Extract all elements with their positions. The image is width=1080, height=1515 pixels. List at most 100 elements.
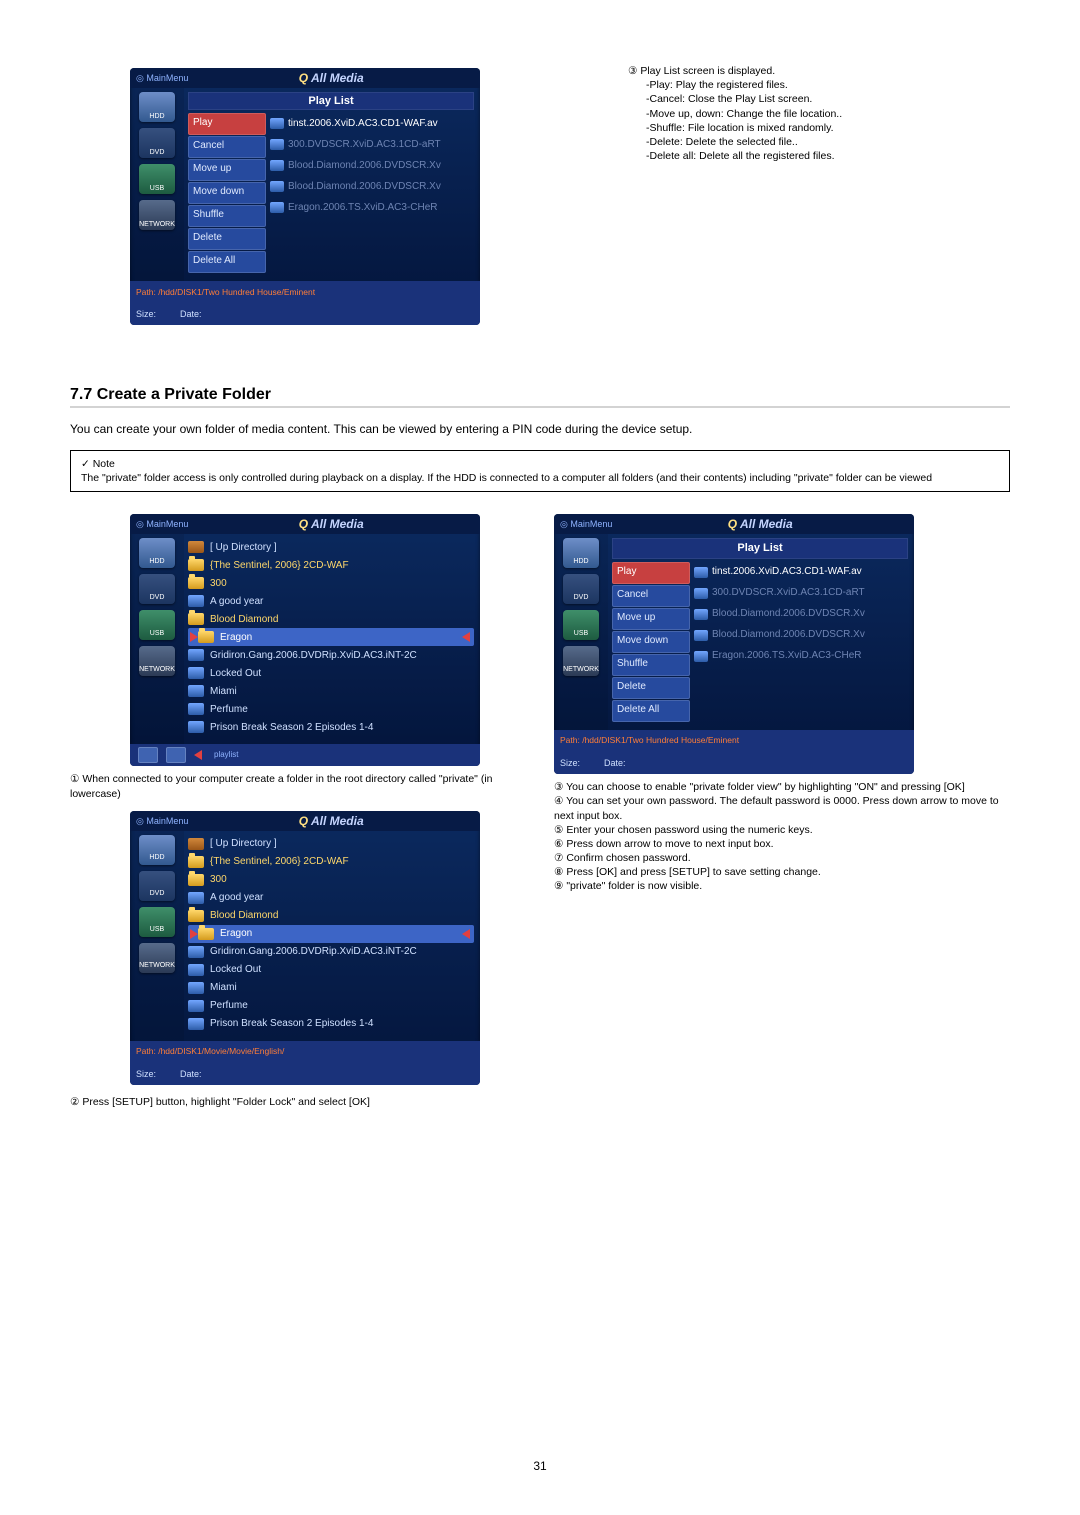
- playlist-menu-cancel[interactable]: Cancel: [188, 136, 266, 158]
- playlist-file-row[interactable]: Eragon.2006.TS.XviD.AC3-CHeR: [270, 197, 474, 217]
- side-hdd-icon: HDD: [139, 835, 175, 865]
- playlist-file-row[interactable]: 300.DVDSCR.XviD.AC3.1CD-aRT: [694, 583, 908, 603]
- footer-size: Size:: [136, 309, 156, 319]
- playlist-file-row[interactable]: Blood.Diamond.2006.DVDSCR.Xv: [270, 155, 474, 175]
- section-title: 7.7 Create a Private Folder: [70, 386, 1010, 404]
- file-icon: [188, 964, 204, 976]
- file-list-row[interactable]: Eragon: [188, 628, 474, 646]
- folder-icon: [198, 928, 214, 940]
- file-list-row[interactable]: {The Sentinel, 2006} 2CD-WAF: [188, 853, 474, 871]
- playlist-header: Play List: [612, 538, 908, 559]
- file-icon: [270, 181, 284, 192]
- file-list-row[interactable]: Prison Break Season 2 Episodes 1-4: [188, 718, 474, 736]
- footer-path: Path: /hdd/DISK1/Two Hundred House/Emine…: [136, 287, 315, 297]
- file-list-row[interactable]: Eragon: [188, 925, 474, 943]
- playlist-menu-cancel[interactable]: Cancel: [612, 585, 690, 607]
- playlist-menu-shuffle[interactable]: Shuffle: [188, 205, 266, 227]
- file-list-row[interactable]: [ Up Directory ]: [188, 835, 474, 853]
- side-network-icon: NETWORK: [139, 200, 175, 230]
- tool-icon-2: [166, 747, 186, 763]
- file-list-row[interactable]: Miami: [188, 979, 474, 997]
- instruction-step: ⑤ Enter your chosen password using the n…: [554, 823, 1010, 837]
- playlist-menu-delete[interactable]: Delete: [612, 677, 690, 699]
- file-icon: [694, 567, 708, 578]
- file-icon: [694, 588, 708, 599]
- file-list-row[interactable]: Locked Out: [188, 961, 474, 979]
- file-icon: [188, 1000, 204, 1012]
- playlist-menu-move-down[interactable]: Move down: [188, 182, 266, 204]
- side-usb-icon: USB: [139, 907, 175, 937]
- folder-icon: [198, 631, 214, 643]
- file-list-row[interactable]: Prison Break Season 2 Episodes 1-4: [188, 1015, 474, 1033]
- file-icon: [188, 946, 204, 958]
- file-list-row[interactable]: 300: [188, 574, 474, 592]
- file-icon: [188, 892, 204, 904]
- file-list-row[interactable]: Gridiron.Gang.2006.DVDRip.XviD.AC3.iNT-2…: [188, 646, 474, 664]
- side-hdd-icon: HDD: [139, 538, 175, 568]
- playlist-menu-delete-all[interactable]: Delete All: [188, 251, 266, 273]
- playlist-window-right: ◎ MainMenu Q All Media HDD DVD USB NETWO…: [554, 514, 914, 774]
- folder-icon: [188, 613, 204, 625]
- playlist-step3-head: ③ Play List screen is displayed.: [628, 64, 1060, 78]
- file-list-row[interactable]: Locked Out: [188, 664, 474, 682]
- footer-path: Path: /hdd/DISK1/Two Hundred House/Emine…: [560, 735, 739, 746]
- folder-icon: [188, 559, 204, 571]
- file-list-row[interactable]: Blood Diamond: [188, 610, 474, 628]
- tool-icon-1: [138, 747, 158, 763]
- footer-date: Date:: [180, 309, 202, 319]
- side-hdd-icon: HDD: [563, 538, 599, 568]
- arrow-right-icon: [190, 632, 198, 642]
- file-icon: [188, 667, 204, 679]
- folder-icon: [188, 577, 204, 589]
- playlist-file-row[interactable]: 300.DVDSCR.XviD.AC3.1CD-aRT: [270, 134, 474, 154]
- playlist-menu-shuffle[interactable]: Shuffle: [612, 654, 690, 676]
- up-icon: [188, 838, 204, 850]
- playlist-file-row[interactable]: Blood.Diamond.2006.DVDSCR.Xv: [694, 625, 908, 645]
- section-intro: You can create your own folder of media …: [70, 422, 1010, 436]
- playlist-menu-move-up[interactable]: Move up: [612, 608, 690, 630]
- playlist-menu-play[interactable]: Play: [612, 562, 690, 584]
- playlist-menu-delete[interactable]: Delete: [188, 228, 266, 250]
- playlist-file-row[interactable]: Blood.Diamond.2006.DVDSCR.Xv: [270, 176, 474, 196]
- playlist-file-row[interactable]: tinst.2006.XviD.AC3.CD1-WAF.av: [694, 562, 908, 582]
- folder-icon: [188, 910, 204, 922]
- arrow-left-icon: [462, 929, 470, 939]
- side-network-icon: NETWORK: [139, 943, 175, 973]
- file-list-row[interactable]: {The Sentinel, 2006} 2CD-WAF: [188, 556, 474, 574]
- file-icon: [270, 139, 284, 150]
- playlist-menu-delete-all[interactable]: Delete All: [612, 700, 690, 722]
- note-label: ✓ Note: [81, 458, 115, 470]
- playlist-file-row[interactable]: Blood.Diamond.2006.DVDSCR.Xv: [694, 604, 908, 624]
- file-list-row[interactable]: Perfume: [188, 700, 474, 718]
- folder-icon: [188, 874, 204, 886]
- playlist-menu-play[interactable]: Play: [188, 113, 266, 135]
- side-dvd-icon: DVD: [563, 574, 599, 604]
- file-icon: [270, 160, 284, 171]
- side-network-icon: NETWORK: [139, 646, 175, 676]
- file-list-row[interactable]: Perfume: [188, 997, 474, 1015]
- tool-playlist-label: playlist: [214, 750, 238, 761]
- side-usb-icon: USB: [139, 610, 175, 640]
- file-icon: [188, 1018, 204, 1030]
- file-icon: [188, 703, 204, 715]
- file-list-row[interactable]: 300: [188, 871, 474, 889]
- file-icon: [270, 118, 284, 129]
- file-icon: [270, 202, 284, 213]
- file-list-row[interactable]: Blood Diamond: [188, 907, 474, 925]
- playlist-menu-move-up[interactable]: Move up: [188, 159, 266, 181]
- file-list-row[interactable]: Gridiron.Gang.2006.DVDRip.XviD.AC3.iNT-2…: [188, 943, 474, 961]
- playlist-menu-move-down[interactable]: Move down: [612, 631, 690, 653]
- footer-path: Path: /hdd/DISK1/Movie/Movie/English/: [136, 1046, 284, 1057]
- file-list-row[interactable]: A good year: [188, 592, 474, 610]
- file-list-row[interactable]: Miami: [188, 682, 474, 700]
- playlist-file-row[interactable]: Eragon.2006.TS.XviD.AC3-CHeR: [694, 646, 908, 666]
- file-list-row[interactable]: A good year: [188, 889, 474, 907]
- side-usb-icon: USB: [563, 610, 599, 640]
- page-number: 31: [0, 1459, 1080, 1473]
- file-icon: [188, 595, 204, 607]
- file-list-row[interactable]: [ Up Directory ]: [188, 538, 474, 556]
- instruction-step: ④ You can set your own password. The def…: [554, 794, 1010, 822]
- file-icon: [188, 721, 204, 733]
- playlist-file-row[interactable]: tinst.2006.XviD.AC3.CD1-WAF.av: [270, 113, 474, 133]
- arrow-left-icon: [194, 750, 202, 760]
